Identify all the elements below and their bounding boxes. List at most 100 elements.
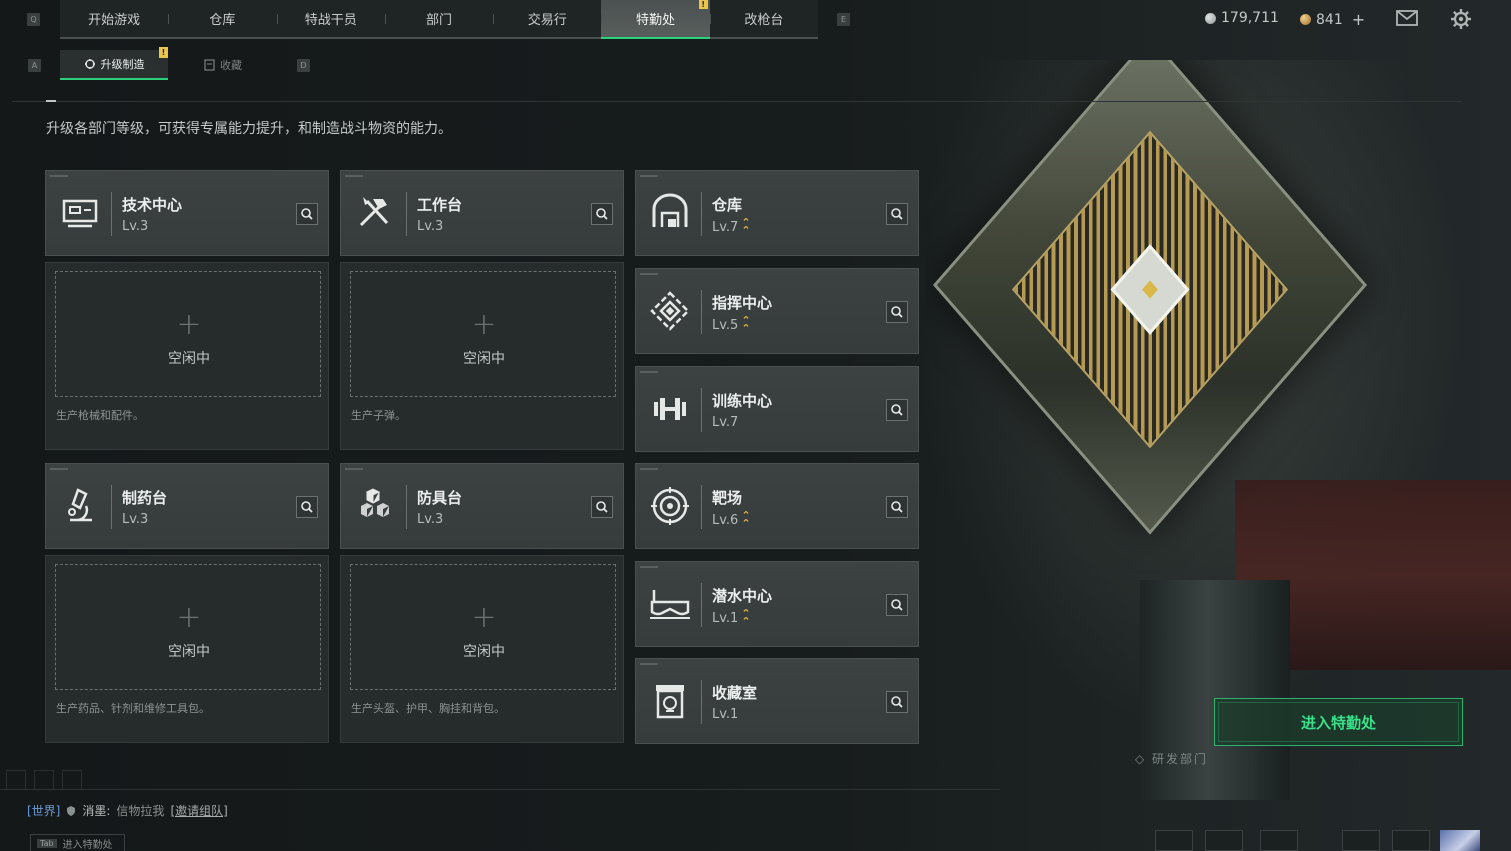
quick-slot[interactable] bbox=[34, 770, 54, 790]
section-divider bbox=[12, 101, 1462, 102]
facility-card-command-center[interactable]: 指挥中心 Lv.5 ⌃ ⌃ bbox=[635, 268, 919, 354]
tab-hint[interactable]: Tab 进入特勤处 bbox=[30, 834, 125, 851]
card-tag bbox=[640, 663, 658, 665]
tab-label: 改枪台 bbox=[744, 13, 784, 28]
warehouse-icon bbox=[648, 191, 692, 235]
search-icon[interactable] bbox=[886, 399, 908, 421]
facility-name: 收藏室 bbox=[712, 684, 758, 702]
facility-card-pharmacy[interactable]: 制药台 Lv.3 bbox=[45, 463, 329, 549]
search-icon[interactable] bbox=[591, 203, 613, 225]
add-currency-button[interactable]: + bbox=[1352, 10, 1365, 29]
production-slot[interactable]: + 空闲中 生产子弹。 bbox=[340, 262, 624, 450]
facility-name: 工作台 bbox=[417, 196, 463, 214]
search-icon[interactable] bbox=[296, 203, 318, 225]
search-icon[interactable] bbox=[886, 496, 908, 518]
main-tabs: 开始游戏 仓库 特战干员 部门 交易行 特勤处 ! 改枪台 bbox=[60, 0, 818, 39]
facility-card-warehouse[interactable]: 仓库 Lv.7 ⌃ ⌃ bbox=[635, 170, 919, 256]
card-tag bbox=[640, 175, 658, 177]
slot-status: 空闲中 bbox=[463, 351, 505, 367]
chat-message: 信物拉我 bbox=[116, 804, 165, 818]
search-icon[interactable] bbox=[886, 691, 908, 713]
slot-dashed-area: + 空闲中 bbox=[350, 271, 616, 397]
production-slot[interactable]: + 空闲中 生产头盔、护甲、胸挂和背包。 bbox=[340, 555, 624, 743]
bottom-dock-button[interactable] bbox=[1260, 830, 1298, 851]
alert-badge: ! bbox=[159, 47, 168, 58]
facility-level: Lv.1 bbox=[712, 707, 738, 722]
subtab-collection[interactable]: 收藏 bbox=[168, 50, 278, 80]
facility-name: 指挥中心 bbox=[712, 294, 773, 312]
collection-icon bbox=[204, 59, 215, 71]
search-icon[interactable] bbox=[296, 496, 318, 518]
card-tag bbox=[640, 566, 658, 568]
search-icon[interactable] bbox=[886, 301, 908, 323]
slot-dashed-area: + 空闲中 bbox=[55, 564, 321, 690]
slot-status: 空闲中 bbox=[168, 351, 210, 367]
slot-status: 空闲中 bbox=[168, 644, 210, 660]
facility-name: 技术中心 bbox=[122, 196, 183, 214]
chat-line: [世界] 消墨: 信物拉我 [邀请组队] bbox=[27, 802, 228, 819]
facility-name: 潜水中心 bbox=[712, 587, 773, 605]
facility-card-tech-center[interactable]: 技术中心 Lv.3 bbox=[45, 170, 329, 256]
tab-warehouse[interactable]: 仓库 bbox=[168, 0, 276, 37]
upgrade-arrow-icon: ⌃ ⌃ bbox=[741, 607, 751, 628]
quick-slot[interactable] bbox=[6, 770, 26, 790]
tab-label: 部门 bbox=[425, 13, 452, 28]
alert-badge: ! bbox=[698, 0, 708, 9]
quick-slot[interactable] bbox=[62, 770, 82, 790]
facility-card-training-center[interactable]: 训练中心 Lv.7 bbox=[635, 366, 919, 452]
search-icon[interactable] bbox=[886, 203, 908, 225]
avatar[interactable] bbox=[1440, 830, 1480, 851]
search-icon[interactable] bbox=[886, 594, 908, 616]
card-divider bbox=[701, 583, 702, 627]
page-description: 升级各部门等级，可获得专属能力提升，和制造战斗物资的能力。 bbox=[46, 121, 452, 137]
facility-card-workbench[interactable]: 工作台 Lv.3 bbox=[340, 170, 624, 256]
tab-departments[interactable]: 部门 bbox=[384, 0, 493, 37]
tab-gunsmith[interactable]: 改枪台 bbox=[709, 0, 818, 37]
add-icon: + bbox=[176, 600, 202, 635]
subtab-upgrade-craft[interactable]: 升级制造 ! bbox=[60, 47, 168, 80]
facility-card-diving-center[interactable]: 潜水中心 Lv.1 ⌃ ⌃ bbox=[635, 561, 919, 647]
facility-card-collection-room[interactable]: 收藏室 Lv.1 bbox=[635, 658, 919, 744]
production-slot[interactable]: + 空闲中 生产枪械和配件。 bbox=[45, 262, 329, 450]
invite-team-link[interactable]: [邀请组队] bbox=[170, 802, 227, 819]
key-hint-a: A bbox=[28, 59, 41, 72]
search-icon[interactable] bbox=[591, 496, 613, 518]
level-text: Lv.3 bbox=[122, 512, 149, 527]
facility-card-shooting-range[interactable]: 靶场 Lv.6 ⌃ ⌃ bbox=[635, 463, 919, 549]
card-tag bbox=[345, 175, 363, 177]
bottom-dock-button[interactable] bbox=[1392, 830, 1430, 851]
bottom-dock-button[interactable] bbox=[1205, 830, 1243, 851]
level-text: Lv.1 bbox=[712, 610, 739, 626]
tab-label: 特战干员 bbox=[304, 13, 357, 28]
slot-note: 生产头盔、护甲、胸挂和背包。 bbox=[351, 702, 505, 715]
bottom-dock-button[interactable] bbox=[1342, 830, 1380, 851]
tools-icon bbox=[353, 191, 397, 235]
top-bar: Q 开始游戏 仓库 特战干员 部门 交易行 特勤处 ! 改枪台 E 179,71… bbox=[0, 0, 1511, 40]
card-divider bbox=[701, 192, 702, 236]
slot-dashed-area: + 空闲中 bbox=[350, 564, 616, 690]
settings-gear-icon[interactable] bbox=[1450, 8, 1474, 29]
facility-name: 训练中心 bbox=[712, 392, 773, 410]
slot-note: 生产子弹。 bbox=[351, 409, 406, 422]
card-divider bbox=[701, 680, 702, 724]
mail-icon[interactable] bbox=[1395, 8, 1419, 28]
chat-user[interactable]: 消墨: bbox=[82, 802, 110, 819]
facility-name: 制药台 bbox=[122, 489, 168, 507]
card-divider bbox=[701, 485, 702, 529]
enter-special-ops-button[interactable]: 进入特勤处 bbox=[1214, 698, 1463, 746]
tab-operators[interactable]: 特战干员 bbox=[276, 0, 385, 37]
upgrade-arrow-icon: ⌃ ⌃ bbox=[741, 509, 751, 530]
tab-special-ops[interactable]: 特勤处 ! bbox=[601, 0, 710, 39]
bottom-dock-button[interactable] bbox=[1155, 830, 1193, 851]
upgrade-arrow-icon: ⌃ ⌃ bbox=[741, 216, 751, 237]
facility-card-armor-bench[interactable]: 防具台 Lv.3 bbox=[340, 463, 624, 549]
chat-channel[interactable]: [世界] bbox=[27, 802, 60, 819]
production-slot[interactable]: + 空闲中 生产药品、针剂和维修工具包。 bbox=[45, 555, 329, 743]
tab-start-game[interactable]: 开始游戏 bbox=[60, 0, 168, 37]
dumbbell-icon bbox=[648, 387, 692, 431]
tab-trading[interactable]: 交易行 bbox=[493, 0, 601, 37]
facility-level: Lv.3 bbox=[122, 512, 148, 527]
facility-level: Lv.6 ⌃ ⌃ bbox=[712, 509, 751, 530]
add-icon: + bbox=[176, 307, 202, 342]
facility-level: Lv.3 bbox=[122, 219, 148, 234]
